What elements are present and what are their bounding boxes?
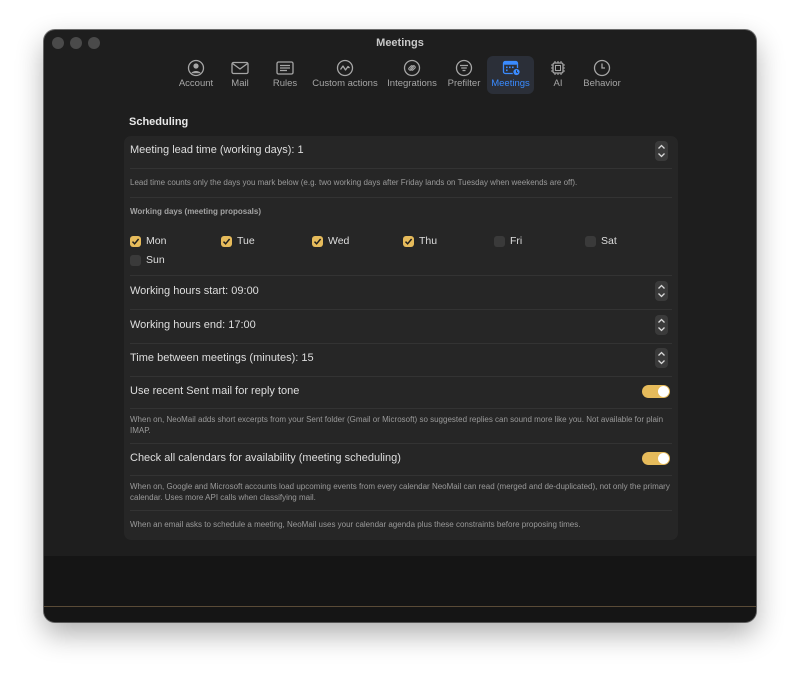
separator bbox=[130, 475, 672, 476]
separator bbox=[130, 408, 672, 409]
hours-end-stepper[interactable] bbox=[655, 315, 668, 335]
tab-ai[interactable]: AI bbox=[542, 56, 574, 94]
clock-icon bbox=[593, 59, 611, 77]
checkbox-box[interactable] bbox=[494, 236, 505, 247]
meetings-pane: Scheduling Meeting lead time (working da… bbox=[44, 98, 756, 556]
day-label: Wed bbox=[328, 235, 350, 247]
tab-meetings[interactable]: Meetings bbox=[487, 56, 534, 94]
tab-behavior-label: Behavior bbox=[583, 78, 621, 89]
checkbox-box[interactable] bbox=[130, 236, 141, 247]
sent-tone-toggle[interactable] bbox=[642, 385, 670, 398]
checkbox-box[interactable] bbox=[221, 236, 232, 247]
stepper-chevrons-icon bbox=[658, 284, 665, 298]
tab-account[interactable]: Account bbox=[172, 56, 220, 94]
checkbox-box[interactable] bbox=[403, 236, 414, 247]
lead-time-row: Meeting lead time (working days): 1 bbox=[124, 136, 678, 168]
lead-time-label: Meeting lead time (working days): 1 bbox=[130, 144, 304, 156]
tab-integrations-label: Integrations bbox=[387, 78, 437, 89]
tab-rules[interactable]: Rules bbox=[264, 56, 306, 94]
tab-meetings-label: Meetings bbox=[491, 78, 530, 89]
hours-start-row: Working hours start: 09:00 bbox=[124, 275, 678, 309]
stepper-chevrons-icon bbox=[658, 144, 665, 158]
checkmark-icon bbox=[313, 238, 322, 245]
link-circle-icon bbox=[403, 59, 421, 77]
toggle-knob bbox=[658, 453, 669, 464]
checkbox-box[interactable] bbox=[585, 236, 596, 247]
title-bar: Meetings bbox=[44, 30, 756, 58]
sent-tone-row: Use recent Sent mail for reply tone bbox=[124, 376, 678, 408]
tab-mail-label: Mail bbox=[231, 78, 249, 89]
between-meetings-label: Time between meetings (minutes): 15 bbox=[130, 352, 314, 364]
separator bbox=[130, 197, 672, 198]
section-title: Scheduling bbox=[129, 116, 189, 128]
tab-rules-label: Rules bbox=[272, 78, 298, 89]
checkmark-icon bbox=[404, 238, 413, 245]
calendar-badge-icon bbox=[502, 60, 521, 77]
filter-circle-icon bbox=[455, 59, 473, 77]
day-label: Sat bbox=[601, 235, 617, 247]
between-meetings-row: Time between meetings (minutes): 15 bbox=[124, 343, 678, 376]
day-label: Fri bbox=[510, 235, 523, 247]
lead-time-note: Lead time counts only the days you mark … bbox=[130, 178, 578, 187]
tab-prefilter[interactable]: Prefilter bbox=[444, 56, 484, 94]
toggle-knob bbox=[658, 386, 669, 397]
settings-window: Meetings Account Mail Rules Custom actio… bbox=[44, 30, 756, 622]
checkbox-box[interactable] bbox=[312, 236, 323, 247]
day-label: Thu bbox=[419, 235, 438, 247]
cpu-chip-icon bbox=[551, 61, 565, 75]
between-meetings-stepper[interactable] bbox=[655, 348, 668, 368]
hours-end-row: Working hours end: 17:00 bbox=[124, 309, 678, 343]
hours-start-label: Working hours start: 09:00 bbox=[130, 285, 259, 297]
all-calendars-label: Check all calendars for availability (me… bbox=[130, 452, 401, 464]
sent-tone-note: When on, NeoMail adds short excerpts fro… bbox=[130, 415, 664, 435]
tab-mail[interactable]: Mail bbox=[222, 56, 258, 94]
sent-tone-label: Use recent Sent mail for reply tone bbox=[130, 385, 300, 397]
person-circle-icon bbox=[187, 59, 205, 77]
separator bbox=[130, 168, 672, 169]
checkbox-box[interactable] bbox=[130, 255, 141, 266]
stepper-chevrons-icon bbox=[658, 351, 665, 365]
day-label: Tue bbox=[237, 235, 255, 247]
tab-custom-actions-label: Custom actions bbox=[312, 78, 378, 89]
settings-tab-bar: Account Mail Rules Custom actions Integr… bbox=[44, 56, 756, 96]
all-calendars-note: When on, Google and Microsoft accounts l… bbox=[130, 482, 670, 502]
day-label: Sun bbox=[146, 254, 165, 266]
all-calendars-toggle[interactable] bbox=[642, 452, 670, 465]
divider-line bbox=[44, 606, 756, 607]
tab-ai-label: AI bbox=[553, 78, 563, 89]
tab-behavior[interactable]: Behavior bbox=[580, 56, 624, 94]
wave-circle-icon bbox=[336, 59, 354, 77]
working-days-heading: Working days (meeting proposals) bbox=[130, 207, 261, 216]
tab-prefilter-label: Prefilter bbox=[447, 78, 481, 89]
tab-integrations[interactable]: Integrations bbox=[384, 56, 440, 94]
footer-note: When an email asks to schedule a meeting… bbox=[130, 520, 581, 529]
stepper-chevrons-icon bbox=[658, 318, 665, 332]
day-label: Mon bbox=[146, 235, 167, 247]
separator bbox=[130, 510, 672, 511]
lead-time-stepper[interactable] bbox=[655, 141, 668, 161]
window-title: Meetings bbox=[376, 37, 424, 49]
list-rules-icon bbox=[276, 61, 294, 75]
all-calendars-row: Check all calendars for availability (me… bbox=[124, 443, 678, 475]
hours-end-label: Working hours end: 17:00 bbox=[130, 319, 256, 331]
tab-account-label: Account bbox=[178, 78, 214, 89]
lower-panel bbox=[44, 556, 756, 622]
tab-custom-actions[interactable]: Custom actions bbox=[310, 56, 380, 94]
checkmark-icon bbox=[131, 238, 140, 245]
scheduling-group: Meeting lead time (working days): 1 Lead… bbox=[124, 136, 678, 540]
envelope-icon bbox=[231, 61, 249, 75]
checkmark-icon bbox=[222, 238, 231, 245]
hours-start-stepper[interactable] bbox=[655, 281, 668, 301]
